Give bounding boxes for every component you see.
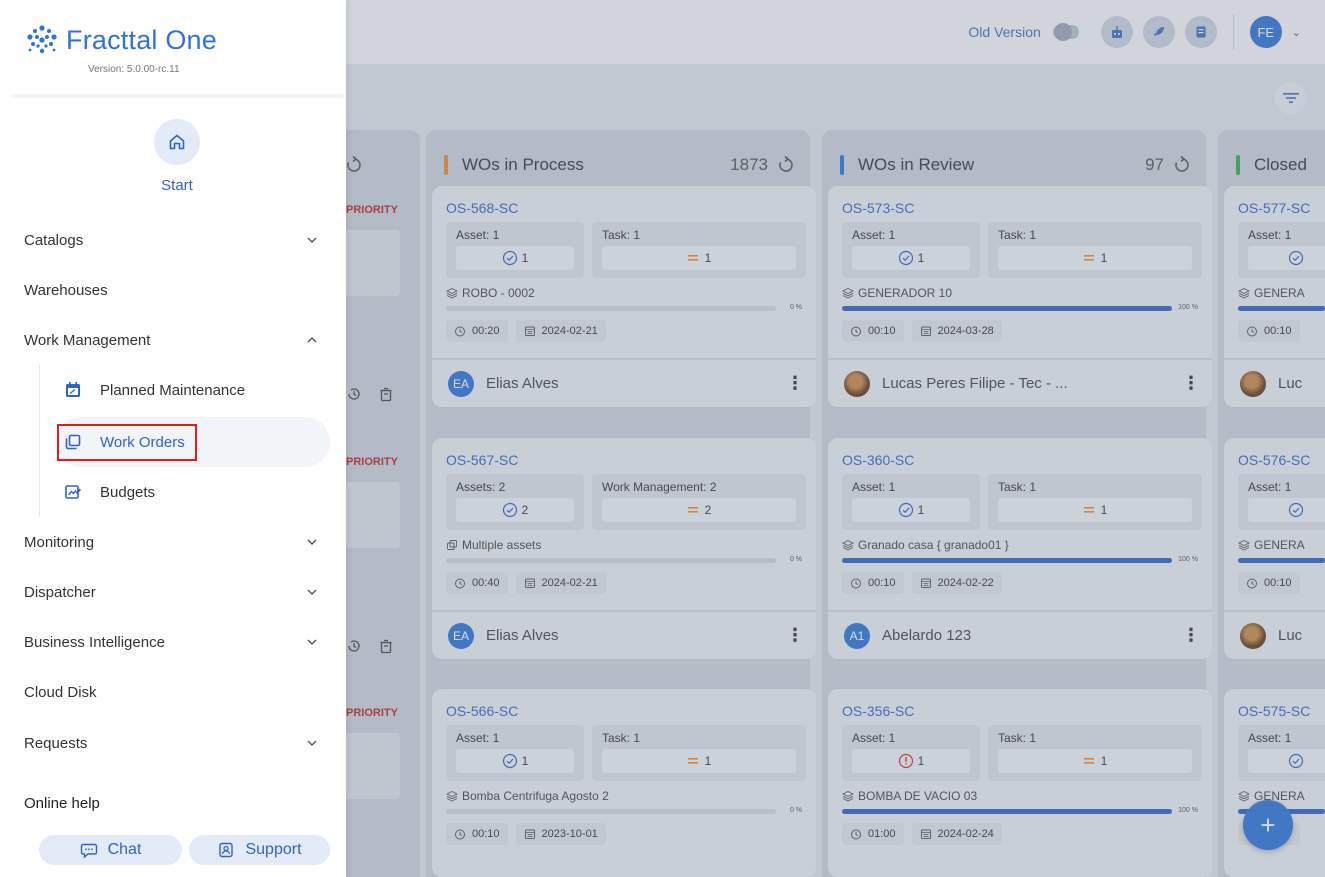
chevron-up-icon bbox=[307, 337, 317, 343]
sidebar-item-cloud-disk[interactable]: Cloud Disk bbox=[24, 677, 320, 707]
sidebar-item-budgets[interactable]: Budgets bbox=[56, 467, 330, 517]
fracttal-logo-icon bbox=[27, 25, 57, 54]
sidebar-item-work-management[interactable]: Work Management bbox=[24, 325, 320, 355]
sidebar-item-label: Cloud Disk bbox=[24, 683, 97, 701]
start-label[interactable]: Start bbox=[0, 177, 354, 194]
app-name: Fracttal One bbox=[66, 24, 217, 55]
sidebar-item-planned-maintenance[interactable]: Planned Maintenance bbox=[56, 365, 330, 415]
drawer-backdrop[interactable] bbox=[346, 0, 1325, 877]
app-version: Version: 5.0.00-rc.11 bbox=[88, 64, 180, 75]
sidebar-item-label: Work Management bbox=[24, 331, 151, 349]
support-label: Support bbox=[245, 841, 302, 858]
sidebar-item-warehouses[interactable]: Warehouses bbox=[24, 275, 320, 305]
sidebar-item-label: Budgets bbox=[100, 483, 156, 501]
online-help-label: Online help bbox=[24, 795, 100, 812]
submenu-guide-line bbox=[39, 365, 40, 517]
chevron-down-icon bbox=[307, 589, 317, 595]
home-icon[interactable] bbox=[154, 119, 200, 165]
budgets-icon bbox=[60, 479, 86, 505]
support-icon bbox=[219, 842, 234, 858]
chevron-down-icon bbox=[307, 237, 317, 243]
sidebar-item-label: Planned Maintenance bbox=[100, 381, 246, 399]
sidebar-item-label: Dispatcher bbox=[24, 583, 96, 601]
app-logo: Fracttal One bbox=[24, 22, 217, 58]
sidebar-item-label: Warehouses bbox=[24, 281, 108, 299]
drawer-divider bbox=[12, 94, 344, 98]
sidebar-item-requests[interactable]: Requests bbox=[24, 728, 320, 758]
sidebar-item-catalogs[interactable]: Catalogs bbox=[24, 225, 320, 255]
chat-button[interactable]: Chat bbox=[39, 835, 182, 865]
chevron-down-icon bbox=[307, 539, 317, 545]
chevron-down-icon bbox=[307, 639, 317, 645]
calendar-icon bbox=[60, 377, 86, 403]
chat-icon bbox=[80, 843, 97, 859]
work-orders-highlight bbox=[57, 424, 197, 461]
sidebar-item-monitoring[interactable]: Monitoring bbox=[24, 527, 320, 557]
chevron-down-icon bbox=[307, 740, 317, 746]
sidebar-item-business-intelligence[interactable]: Business Intelligence bbox=[24, 627, 320, 657]
sidebar-item-label: Monitoring bbox=[24, 533, 95, 551]
sidebar-item-dispatcher[interactable]: Dispatcher bbox=[24, 577, 320, 607]
side-drawer: Fracttal One Version: 5.0.00-rc.11 Start… bbox=[0, 0, 346, 877]
sidebar-item-label: Catalogs bbox=[24, 231, 84, 249]
chat-label: Chat bbox=[107, 841, 142, 858]
sidebar-item-label: Business Intelligence bbox=[24, 633, 165, 651]
support-button[interactable]: Support bbox=[189, 835, 330, 865]
sidebar-item-label: Requests bbox=[24, 734, 88, 752]
